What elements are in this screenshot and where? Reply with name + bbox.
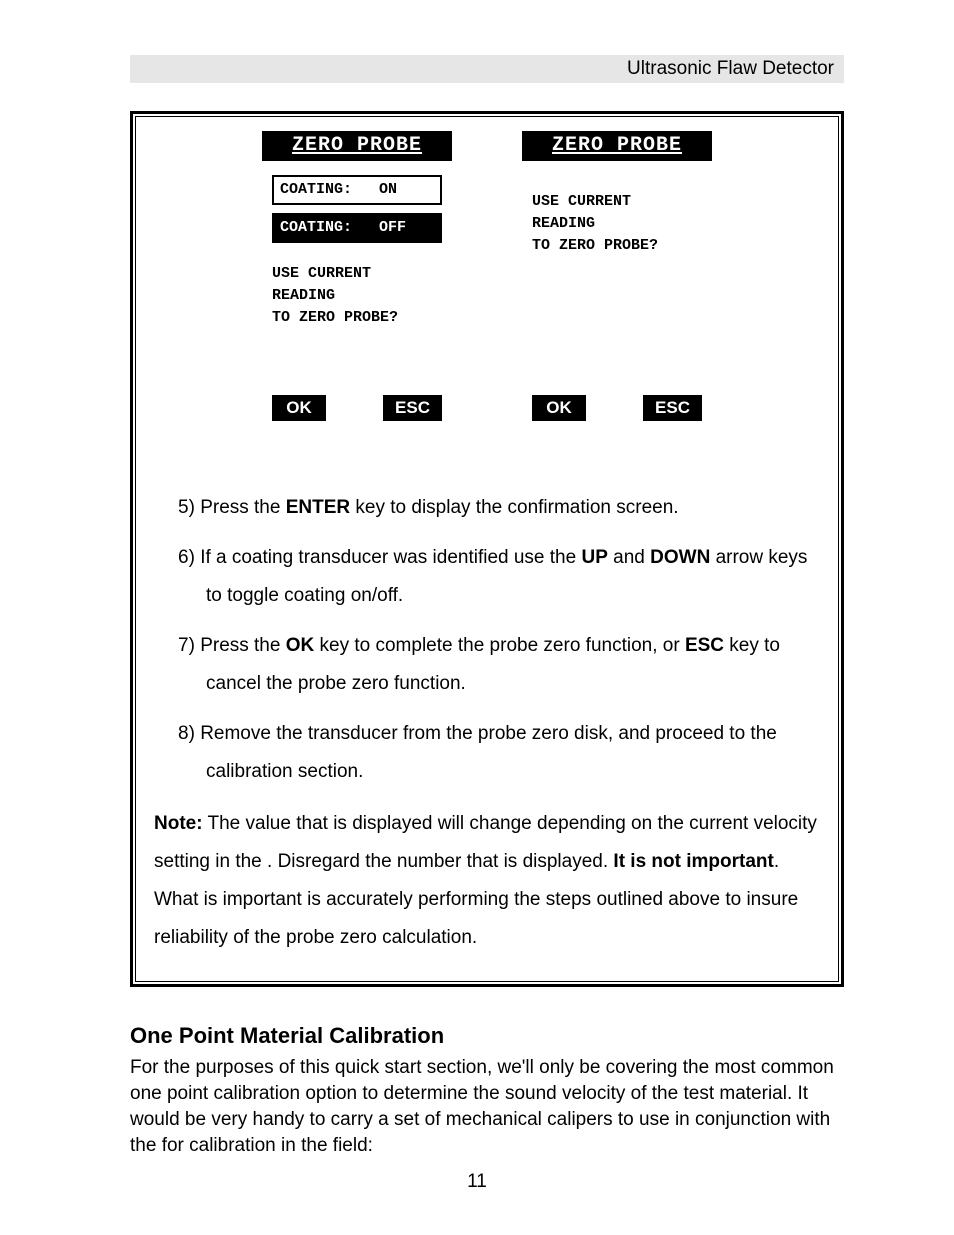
procedure-steps: 5) Press the ENTER key to display the co… (178, 489, 820, 791)
coating-off-option[interactable]: COATING: OFF (272, 213, 442, 243)
note-paragraph: Note: The value that is displayed will c… (154, 805, 820, 957)
lcd-screen-coating: ZERO PROBE COATING: ON COATING: OFF USE … (262, 131, 452, 431)
step-text: key to display the confirmation screen. (350, 497, 678, 518)
lcd-screens-row: ZERO PROBE COATING: ON COATING: OFF USE … (154, 127, 820, 459)
prompt-line2: TO ZERO PROBE? (272, 309, 398, 326)
prompt-line1: USE CURRENT READING (532, 193, 631, 232)
header-title: Ultrasonic Flaw Detector (627, 58, 834, 79)
step-number: 5) (178, 497, 195, 518)
step-8: 8) Remove the transducer from the probe … (178, 715, 820, 791)
step-number: 7) (178, 635, 195, 656)
step-text: If a coating transducer was identified u… (200, 547, 581, 568)
lcd-screen-confirm: ZERO PROBE USE CURRENT READING TO ZERO P… (522, 131, 712, 431)
step-text: and (608, 547, 650, 568)
coating-on-option[interactable]: COATING: ON (272, 175, 442, 205)
procedure-box-outer: ZERO PROBE COATING: ON COATING: OFF USE … (130, 111, 844, 987)
procedure-box: ZERO PROBE COATING: ON COATING: OFF USE … (135, 116, 839, 982)
lcd-title: ZERO PROBE (262, 131, 452, 161)
lcd-body: COATING: ON COATING: OFF USE CURRENT REA… (262, 161, 452, 329)
step-text: Press the (200, 497, 286, 518)
lcd-button-row: OK ESC (532, 395, 702, 421)
lcd-title: ZERO PROBE (522, 131, 712, 161)
step-text: Press the (200, 635, 286, 656)
step-number: 6) (178, 547, 195, 568)
key-enter: ENTER (286, 497, 350, 518)
step-7: 7) Press the OK key to complete the prob… (178, 627, 820, 703)
section-heading: One Point Material Calibration (130, 1023, 844, 1049)
key-down: DOWN (650, 547, 710, 568)
lcd-button-row: OK ESC (272, 395, 442, 421)
page-header: Ultrasonic Flaw Detector (130, 55, 844, 83)
step-6: 6) If a coating transducer was identifie… (178, 539, 820, 615)
page-number: 11 (0, 1171, 954, 1193)
step-5: 5) Press the ENTER key to display the co… (178, 489, 820, 527)
step-text: key to complete the probe zero function,… (314, 635, 685, 656)
note-label: Note: (154, 813, 203, 834)
prompt-line2: TO ZERO PROBE? (532, 237, 658, 254)
lcd-body: USE CURRENT READING TO ZERO PROBE? (522, 161, 712, 257)
zero-probe-prompt: USE CURRENT READING TO ZERO PROBE? (532, 191, 702, 257)
key-esc: ESC (685, 635, 724, 656)
prompt-line1: USE CURRENT READING (272, 265, 371, 304)
page: Ultrasonic Flaw Detector ZERO PROBE COAT… (0, 0, 954, 1235)
step-number: 8) (178, 723, 195, 744)
step-text: Remove the transducer from the probe zer… (200, 723, 777, 782)
esc-button[interactable]: ESC (643, 395, 702, 421)
key-up: UP (581, 547, 607, 568)
esc-button[interactable]: ESC (383, 395, 442, 421)
ok-button[interactable]: OK (532, 395, 586, 421)
zero-probe-prompt: USE CURRENT READING TO ZERO PROBE? (272, 263, 442, 329)
section-body: For the purposes of this quick start sec… (130, 1055, 844, 1159)
ok-button[interactable]: OK (272, 395, 326, 421)
note-emphasis: It is not important (613, 851, 773, 872)
key-ok: OK (286, 635, 315, 656)
